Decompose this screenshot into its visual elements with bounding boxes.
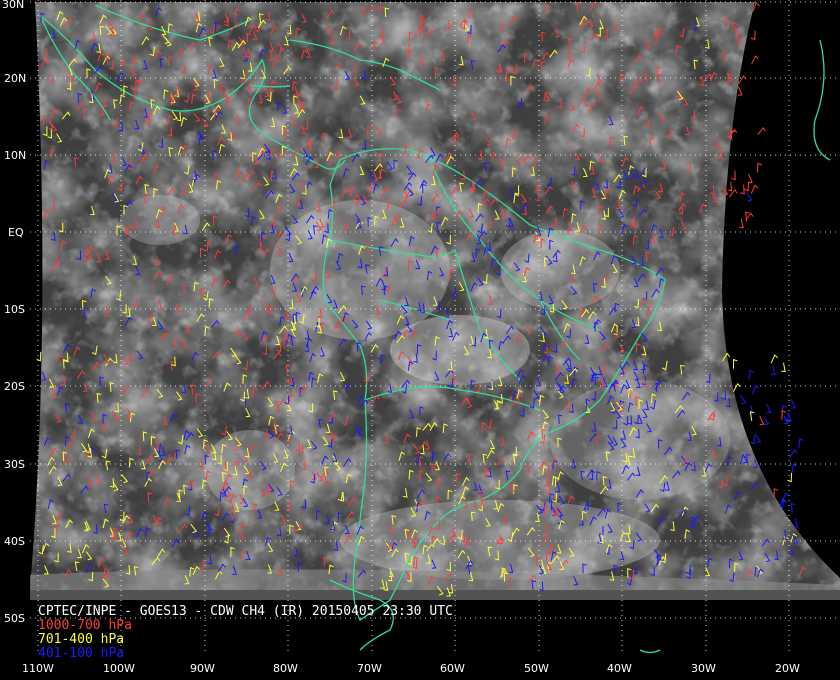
lon-label-80w: 80W <box>273 662 298 675</box>
lon-label-30w: 30W <box>691 662 716 675</box>
lat-label-50s: 50S <box>4 612 25 625</box>
lat-label-30n: 30N <box>2 0 24 11</box>
lon-label-100w: 100W <box>103 662 135 675</box>
lon-label-110w: 110W <box>22 662 54 675</box>
lat-label-10n: 10N <box>4 149 26 162</box>
lon-label-50w: 50W <box>524 662 549 675</box>
lon-label-70w: 70W <box>357 662 382 675</box>
lat-label-30s: 30S <box>4 458 25 471</box>
lat-label-10s: 10S <box>4 303 25 316</box>
lon-label-40w: 40W <box>607 662 632 675</box>
lon-label-60w: 60W <box>440 662 465 675</box>
satellite-image <box>30 2 840 590</box>
caption-title: CPTEC/INPE - GOES13 - CDW CH4 (IR) 20150… <box>38 604 453 619</box>
legend-low-level: 1000-700 hPa <box>38 618 132 633</box>
lat-label-40s: 40S <box>4 535 25 548</box>
legend-mid-level: 701-400 hPa <box>38 632 124 647</box>
satellite-wind-map: 30N 20N 10N EQ 10S 20S 30S 40S 50S 110W … <box>0 0 840 680</box>
lat-label-eq: EQ <box>8 226 24 239</box>
lon-label-20w: 20W <box>775 662 800 675</box>
lat-label-20s: 20S <box>4 380 25 393</box>
lon-label-90w: 90W <box>190 662 215 675</box>
lat-label-20n: 20N <box>4 72 26 85</box>
legend-high-level: 401-100 hPa <box>38 646 124 661</box>
